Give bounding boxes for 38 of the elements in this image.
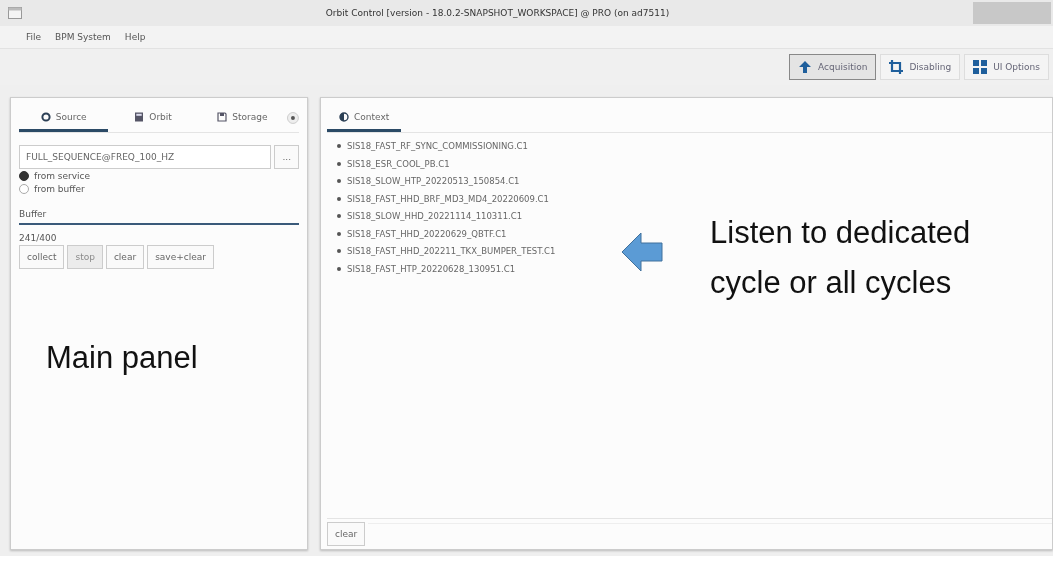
clear-button[interactable]: clear (327, 522, 366, 546)
half-circle-icon (339, 111, 349, 122)
action-button[interactable]: save+clear (147, 245, 214, 269)
section-header: Buffer (19, 205, 299, 225)
action-button[interactable]: clear (105, 245, 145, 269)
buffer-counter: 241/400 (19, 233, 58, 243)
action-button[interactable]: collect (19, 245, 65, 269)
radio-button[interactable] (19, 170, 29, 181)
arrow-left-icon (621, 231, 663, 273)
annotation-text: Main panel (46, 340, 198, 376)
circle-icon (40, 111, 51, 122)
radio-label: from service (34, 170, 91, 181)
cycle-item[interactable]: SIS18_ESR_COOL_PB.C1 (337, 158, 1042, 169)
window-icon (8, 7, 22, 19)
radio-label: from buffer (34, 183, 85, 194)
toolbar-button[interactable]: Acquisition (789, 54, 877, 80)
menu-item[interactable]: Help (124, 32, 146, 42)
tab[interactable]: Orbit (108, 104, 198, 132)
grid-icon (973, 60, 988, 74)
browse-button[interactable]: ... (274, 145, 299, 169)
cycle-item[interactable]: SIS18_FAST_RF_SYNC_COMMISSIONING.C1 (337, 141, 1042, 151)
menu-item[interactable]: File (26, 32, 42, 42)
tab[interactable]: Source (19, 104, 109, 132)
radio-button[interactable] (19, 183, 29, 194)
menu-item[interactable]: BPM System (55, 32, 111, 42)
cycle-item[interactable]: SIS18_FAST_HHD_BRF_MD3_MD4_20220609.C1 (337, 193, 1042, 204)
cycle-item[interactable]: SIS18_SLOW_HTP_20220513_150854.C1 (337, 176, 1042, 186)
arrow-up-icon (798, 60, 813, 74)
toolbar-button[interactable]: Disabling (880, 54, 961, 80)
tab[interactable]: Context (327, 104, 402, 132)
tab[interactable]: Storage (197, 104, 288, 132)
window-title: Orbit Control [version - 18.0.2-SNAPSHOT_WORKSPACE] @ PRO (on ad7511) (324, 8, 671, 18)
tab-menu-icon[interactable] (287, 112, 299, 124)
save-icon (217, 111, 228, 122)
sequence-field[interactable]: FULL_SEQUENCE@FREQ_100_HZ (19, 145, 272, 169)
calculator-icon (134, 111, 145, 122)
toolbar-button[interactable]: UI Options (964, 54, 1049, 80)
crop-icon (889, 60, 904, 74)
